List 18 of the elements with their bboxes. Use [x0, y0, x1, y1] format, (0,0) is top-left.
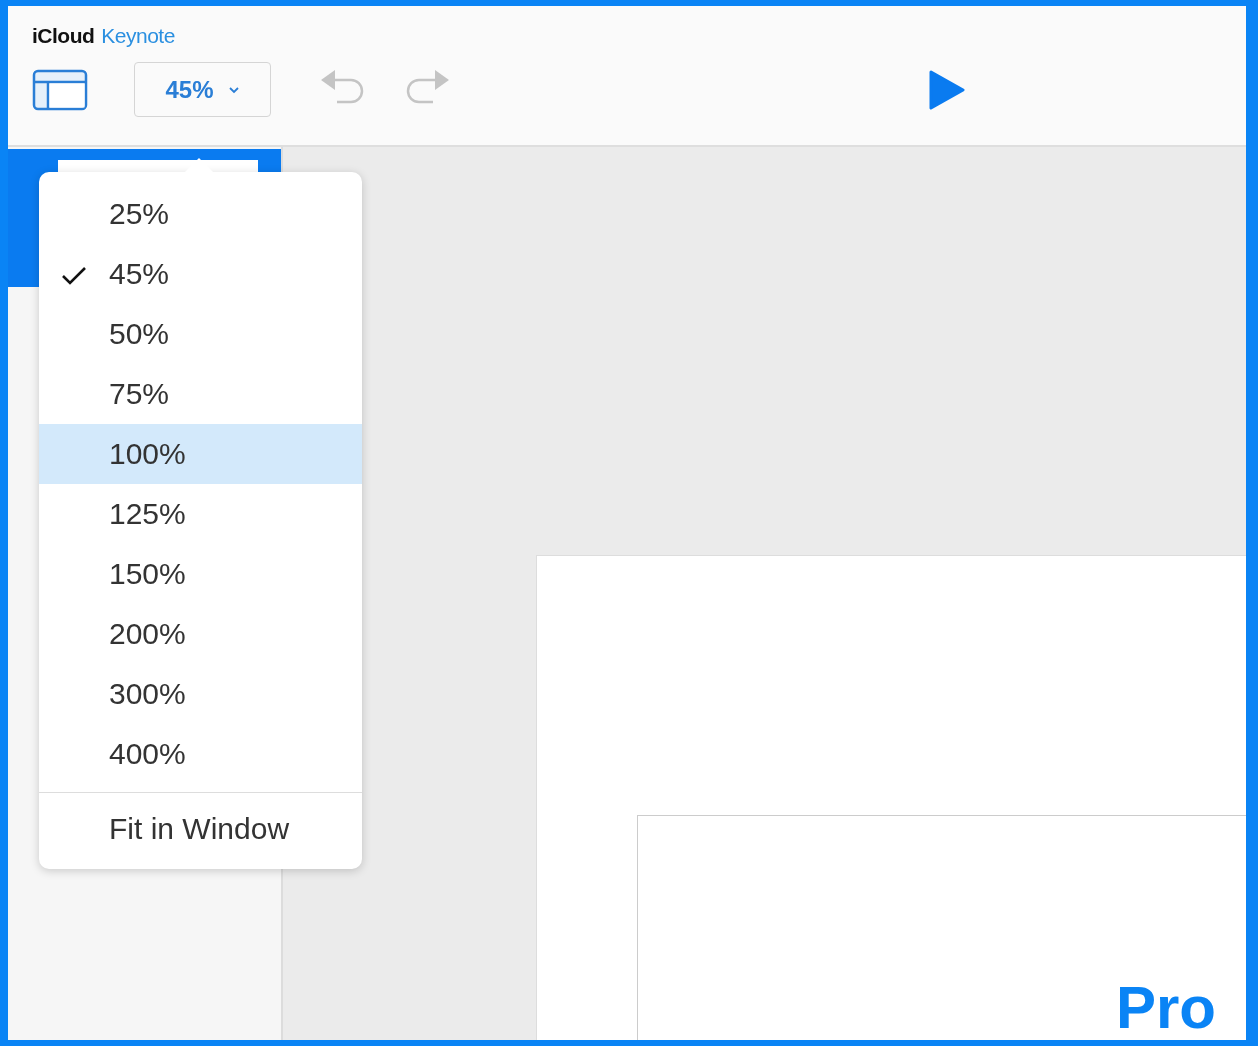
zoom-dropdown[interactable]: 45%: [134, 62, 271, 117]
brand-name: iCloud: [32, 24, 95, 48]
zoom-option[interactable]: 45%: [39, 244, 362, 304]
zoom-option[interactable]: 25%: [39, 184, 362, 244]
zoom-option[interactable]: 125%: [39, 484, 362, 544]
zoom-option[interactable]: 200%: [39, 604, 362, 664]
zoom-option[interactable]: 400%: [39, 724, 362, 784]
sidebar-layout-icon[interactable]: [32, 68, 88, 111]
chevron-down-icon: [227, 85, 240, 94]
slide-title: Pro: [1115, 978, 1217, 1040]
fit-in-window-option[interactable]: Fit in Window: [39, 799, 362, 859]
zoom-option[interactable]: 50%: [39, 304, 362, 364]
play-icon[interactable]: [929, 68, 965, 111]
zoom-option[interactable]: 75%: [39, 364, 362, 424]
zoom-option[interactable]: 150%: [39, 544, 362, 604]
app-name: Keynote: [101, 24, 175, 48]
zoom-option[interactable]: 100%: [39, 424, 362, 484]
zoom-option[interactable]: 300%: [39, 664, 362, 724]
